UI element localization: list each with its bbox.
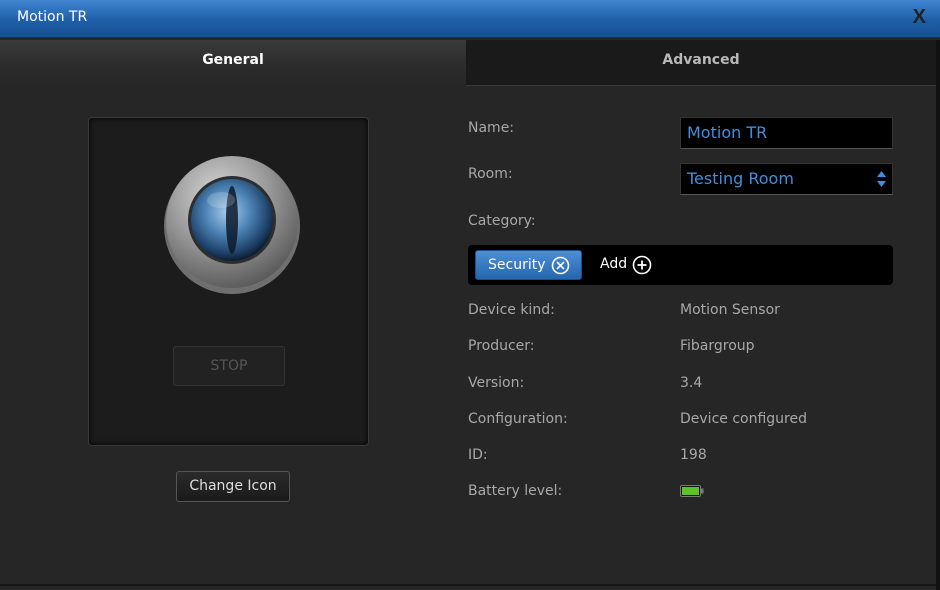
id-label: ID:	[468, 447, 488, 463]
stop-button[interactable]: STOP	[173, 346, 285, 386]
configuration-value: Device configured	[680, 411, 807, 427]
add-circle-icon	[632, 255, 652, 275]
version-value: 3.4	[680, 375, 703, 391]
window-bottom-edge	[0, 584, 936, 586]
producer-label: Producer:	[468, 338, 535, 354]
battery-fill	[682, 487, 699, 495]
window-edge	[936, 40, 940, 590]
room-select-value: Testing Room	[687, 169, 794, 188]
device-kind-value: Motion Sensor	[680, 302, 780, 318]
tab-general[interactable]: General	[0, 40, 466, 86]
configuration-label: Configuration:	[468, 411, 568, 427]
tab-advanced[interactable]: Advanced	[466, 40, 936, 86]
battery-level-label: Battery level:	[468, 483, 563, 499]
device-icon-panel: STOP	[88, 117, 369, 446]
close-icon[interactable]: X	[913, 6, 926, 29]
category-selector: Security Add	[468, 245, 893, 285]
category-label: Category:	[468, 213, 536, 229]
remove-circle-icon[interactable]	[551, 256, 570, 275]
select-arrows-icon	[877, 171, 886, 187]
device-kind-label: Device kind:	[468, 302, 555, 318]
version-label: Version:	[468, 375, 525, 391]
room-select[interactable]: Testing Room	[680, 163, 893, 195]
tab-bar: General Advanced	[0, 40, 936, 86]
change-icon-button[interactable]: Change Icon	[176, 471, 290, 502]
category-chip-label: Security	[488, 257, 546, 273]
window-title: Motion TR	[17, 9, 88, 25]
battery-icon	[680, 485, 704, 497]
motion-sensor-icon	[164, 156, 300, 294]
producer-value: Fibargroup	[680, 338, 755, 354]
name-label: Name:	[468, 120, 515, 136]
add-category-label: Add	[600, 256, 628, 272]
id-value: 198	[680, 447, 707, 463]
title-bar: Motion TR X	[0, 0, 940, 38]
name-input[interactable]: Motion TR	[680, 117, 893, 149]
category-chip-security: Security	[475, 250, 582, 280]
room-label: Room:	[468, 166, 513, 182]
